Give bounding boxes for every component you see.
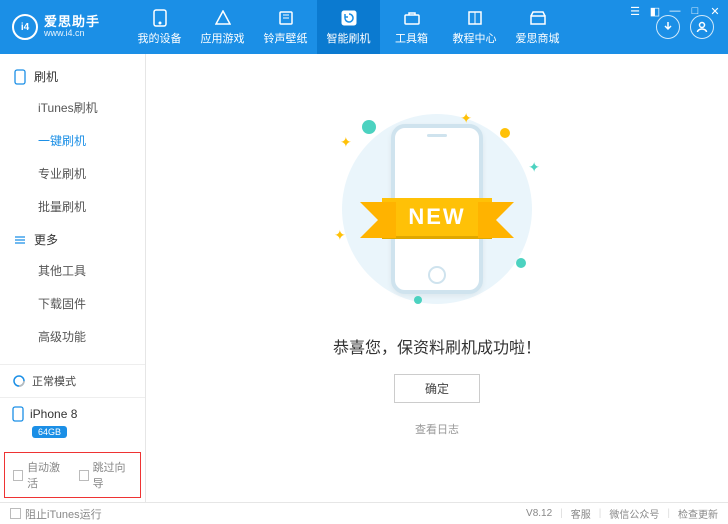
- nav-flash[interactable]: 智能刷机: [317, 0, 380, 54]
- skin-icon[interactable]: ◧: [648, 4, 662, 18]
- nav-store[interactable]: 爱思商城: [506, 0, 569, 54]
- brand-name: 爱思助手: [44, 15, 100, 29]
- brand-logo: i4 爱思助手 www.i4.cn: [12, 14, 100, 40]
- nav-label: 爱思商城: [516, 30, 560, 46]
- maximize-icon[interactable]: □: [688, 4, 702, 18]
- status-label: 正常模式: [32, 373, 76, 389]
- nav-apps[interactable]: 应用游戏: [191, 0, 254, 54]
- sidebar-item-advanced[interactable]: 高级功能: [0, 320, 145, 353]
- toolbox-icon: [403, 9, 421, 27]
- device-info[interactable]: iPhone 8 64GB: [0, 398, 145, 448]
- logo-icon: i4: [12, 14, 38, 40]
- sidebar-item-pro[interactable]: 专业刷机: [0, 157, 145, 190]
- sidebar-item-other[interactable]: 其他工具: [0, 254, 145, 287]
- storage-badge: 64GB: [32, 426, 67, 438]
- download-button[interactable]: [656, 15, 680, 39]
- menu-icon[interactable]: ☰: [628, 4, 642, 18]
- nav-label: 工具箱: [395, 30, 428, 46]
- nav-my-device[interactable]: 我的设备: [128, 0, 191, 54]
- options-highlight: 自动激活 跳过向导: [4, 452, 141, 498]
- nav-toolbox[interactable]: 工具箱: [380, 0, 443, 54]
- phone-icon: [151, 9, 169, 27]
- sidebar-item-oneclick[interactable]: 一键刷机: [0, 124, 145, 157]
- version-label: V8.12: [526, 508, 552, 519]
- device-status[interactable]: 正常模式: [0, 365, 145, 398]
- group-label: 更多: [34, 231, 58, 248]
- new-ribbon: NEW: [382, 198, 491, 236]
- ok-button[interactable]: 确定: [394, 374, 480, 403]
- sidebar: 刷机 iTunes刷机 一键刷机 专业刷机 批量刷机 更多 其他工具 下载固件 …: [0, 54, 146, 502]
- minimize-icon[interactable]: —: [668, 4, 682, 18]
- success-message: 恭喜您，保资料刷机成功啦！: [333, 334, 541, 358]
- main-content: ✦✦✦✦ NEW 恭喜您，保资料刷机成功啦！ 确定 查看日志: [146, 54, 728, 502]
- support-link[interactable]: 客服: [571, 506, 591, 521]
- wechat-link[interactable]: 微信公众号: [609, 506, 659, 521]
- status-bar: 阻止iTunes运行 V8.12 | 客服 | 微信公众号 | 检查更新: [0, 502, 728, 524]
- view-log-link[interactable]: 查看日志: [415, 421, 459, 437]
- top-nav: 我的设备 应用游戏 铃声壁纸 智能刷机 工具箱 教程中心 爱思商城: [128, 0, 569, 54]
- app-header: i4 爱思助手 www.i4.cn 我的设备 应用游戏 铃声壁纸 智能刷机 工具…: [0, 0, 728, 54]
- book-icon: [466, 9, 484, 27]
- music-icon: [277, 9, 295, 27]
- sidebar-item-batch[interactable]: 批量刷机: [0, 190, 145, 223]
- sidebar-group-more[interactable]: 更多: [0, 223, 145, 254]
- nav-ringtone[interactable]: 铃声壁纸: [254, 0, 317, 54]
- nav-label: 智能刷机: [327, 30, 371, 46]
- nav-label: 我的设备: [138, 30, 182, 46]
- close-icon[interactable]: ✕: [708, 4, 722, 18]
- refresh-icon: [340, 9, 358, 27]
- group-label: 刷机: [34, 68, 58, 85]
- sidebar-item-firmware[interactable]: 下载固件: [0, 287, 145, 320]
- apps-icon: [214, 9, 232, 27]
- nav-label: 教程中心: [453, 30, 497, 46]
- sidebar-group-flash[interactable]: 刷机: [0, 60, 145, 91]
- auto-activate-checkbox[interactable]: 自动激活: [13, 459, 67, 491]
- block-itunes-checkbox[interactable]: 阻止iTunes运行: [10, 506, 102, 522]
- success-illustration: ✦✦✦✦ NEW: [322, 104, 552, 314]
- window-controls: ☰ ◧ — □ ✕: [628, 4, 722, 18]
- sidebar-item-itunes[interactable]: iTunes刷机: [0, 91, 145, 124]
- user-button[interactable]: [690, 15, 714, 39]
- nav-label: 应用游戏: [201, 30, 245, 46]
- store-icon: [529, 9, 547, 27]
- skip-guide-checkbox[interactable]: 跳过向导: [79, 459, 133, 491]
- update-link[interactable]: 检查更新: [678, 506, 718, 521]
- device-name: iPhone 8: [30, 407, 77, 421]
- brand-url: www.i4.cn: [44, 29, 100, 39]
- nav-label: 铃声壁纸: [264, 30, 308, 46]
- nav-tutorial[interactable]: 教程中心: [443, 0, 506, 54]
